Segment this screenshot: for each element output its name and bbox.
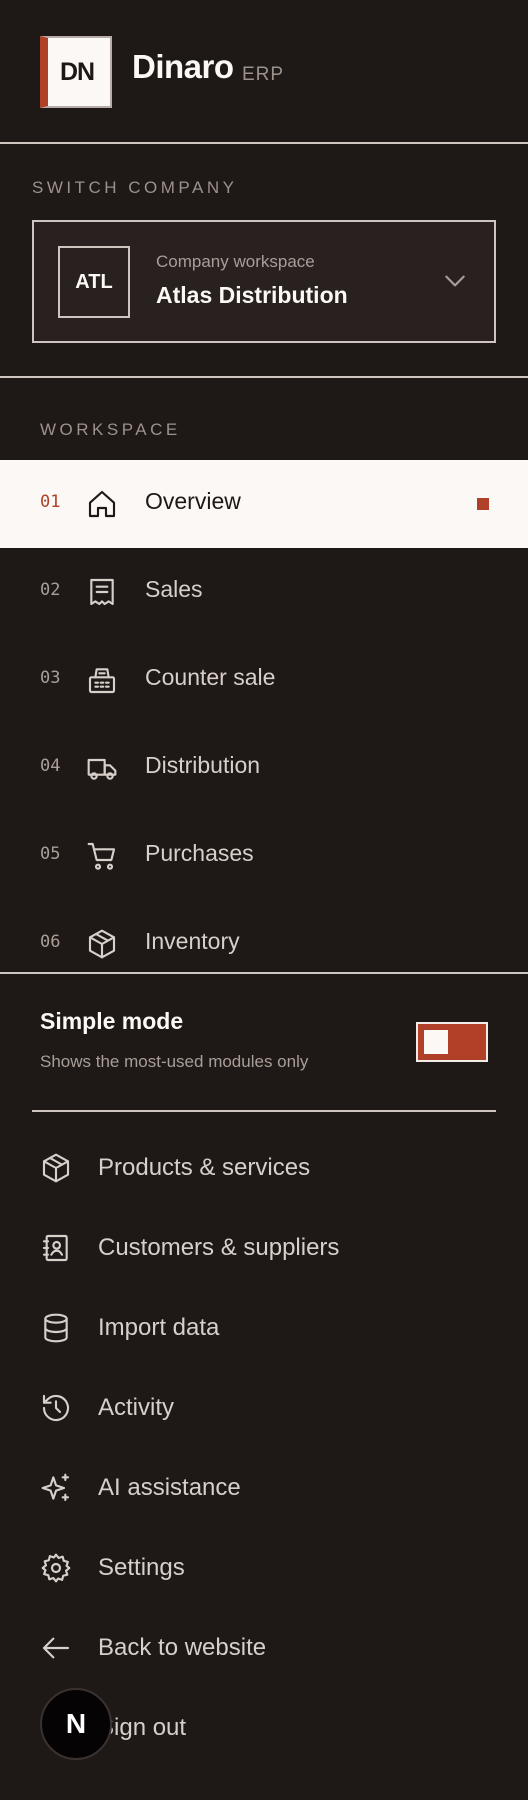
package-icon bbox=[42, 1153, 70, 1183]
nav-item-inventory[interactable]: 06 Inventory bbox=[0, 900, 528, 972]
arrow-left-icon bbox=[42, 1637, 70, 1659]
nav-item-number: 02 bbox=[40, 580, 61, 600]
company-switcher[interactable]: ATL Company workspace Atlas Distribution bbox=[32, 220, 496, 343]
tool-label: Customers & suppliers bbox=[98, 1234, 340, 1261]
history-icon bbox=[42, 1394, 70, 1422]
nav-item-label: Sales bbox=[145, 576, 203, 602]
toggle-knob bbox=[424, 1030, 448, 1054]
simple-mode-toggle[interactable] bbox=[416, 1022, 488, 1062]
tool-ai-assistance[interactable]: AI assistance bbox=[32, 1456, 496, 1520]
chevron-down-icon bbox=[445, 275, 465, 287]
tool-import-data[interactable]: Import data bbox=[32, 1296, 496, 1360]
divider bbox=[0, 142, 528, 144]
company-caption: Company workspace bbox=[156, 252, 315, 271]
tool-settings[interactable]: Settings bbox=[32, 1536, 496, 1600]
nav-item-label: Purchases bbox=[145, 840, 254, 866]
divider bbox=[0, 376, 528, 378]
nav-item-label: Counter sale bbox=[145, 664, 276, 690]
nav-item-number: 06 bbox=[40, 932, 61, 952]
truck-icon bbox=[87, 758, 117, 780]
nav-item-number: 03 bbox=[40, 668, 61, 688]
brand-name: Dinaro bbox=[132, 48, 234, 85]
tool-label: Import data bbox=[98, 1314, 220, 1341]
tool-activity[interactable]: Activity bbox=[32, 1376, 496, 1440]
nav-item-distribution[interactable]: 04 Distribution bbox=[0, 724, 528, 812]
switch-company-label: SWITCH COMPANY bbox=[32, 178, 238, 197]
sparkles-icon bbox=[41, 1473, 70, 1502]
nav-item-purchases[interactable]: 05 Purchases bbox=[0, 812, 528, 900]
active-indicator bbox=[477, 498, 489, 510]
workspace-nav[interactable]: 01 Overview 02 Sales 03 Counter sale 04 … bbox=[0, 460, 528, 972]
nav-item-sales[interactable]: 02 Sales bbox=[0, 548, 528, 636]
database-icon bbox=[44, 1313, 68, 1343]
simple-mode-title: Simple mode bbox=[40, 1008, 184, 1034]
tool-label: Back to website bbox=[98, 1634, 267, 1661]
sidebar-header: DN Dinaro ERP bbox=[0, 0, 528, 143]
brand-suffix: ERP bbox=[242, 64, 285, 85]
nav-item-number: 04 bbox=[40, 756, 61, 776]
tool-label: AI assistance bbox=[98, 1474, 241, 1501]
tool-label: Products & services bbox=[98, 1154, 311, 1181]
floating-action-button[interactable]: N bbox=[40, 1688, 112, 1760]
tool-label: Settings bbox=[98, 1554, 185, 1581]
tool-back-to-website[interactable]: Back to website bbox=[32, 1616, 496, 1680]
contact-book-icon bbox=[42, 1234, 68, 1262]
workspace-label: WORKSPACE bbox=[40, 420, 181, 439]
tool-customers-suppliers[interactable]: Customers & suppliers bbox=[32, 1216, 496, 1280]
receipt-icon bbox=[90, 578, 114, 606]
nav-item-counter-sale[interactable]: 03 Counter sale bbox=[0, 636, 528, 724]
package-icon bbox=[88, 929, 116, 959]
nav-item-number: 01 bbox=[40, 492, 61, 512]
nav-item-label: Overview bbox=[145, 488, 241, 514]
nav-item-overview[interactable]: 01 Overview bbox=[0, 460, 528, 548]
gear-icon bbox=[41, 1553, 71, 1583]
home-icon bbox=[88, 490, 116, 518]
divider bbox=[32, 1110, 496, 1112]
company-avatar: ATL bbox=[58, 246, 130, 318]
tool-label: Activity bbox=[98, 1394, 175, 1421]
tool-products-services[interactable]: Products & services bbox=[32, 1136, 496, 1200]
cart-icon bbox=[87, 842, 116, 870]
brand-logo[interactable]: DN bbox=[40, 36, 112, 108]
nav-item-label: Distribution bbox=[145, 752, 261, 778]
cash-register-icon bbox=[88, 668, 116, 694]
divider bbox=[0, 972, 528, 974]
simple-mode-description: Shows the most-used modules only bbox=[40, 1052, 309, 1071]
nav-item-number: 05 bbox=[40, 844, 61, 864]
company-name: Atlas Distribution bbox=[156, 282, 348, 308]
nav-item-label: Inventory bbox=[145, 928, 240, 954]
